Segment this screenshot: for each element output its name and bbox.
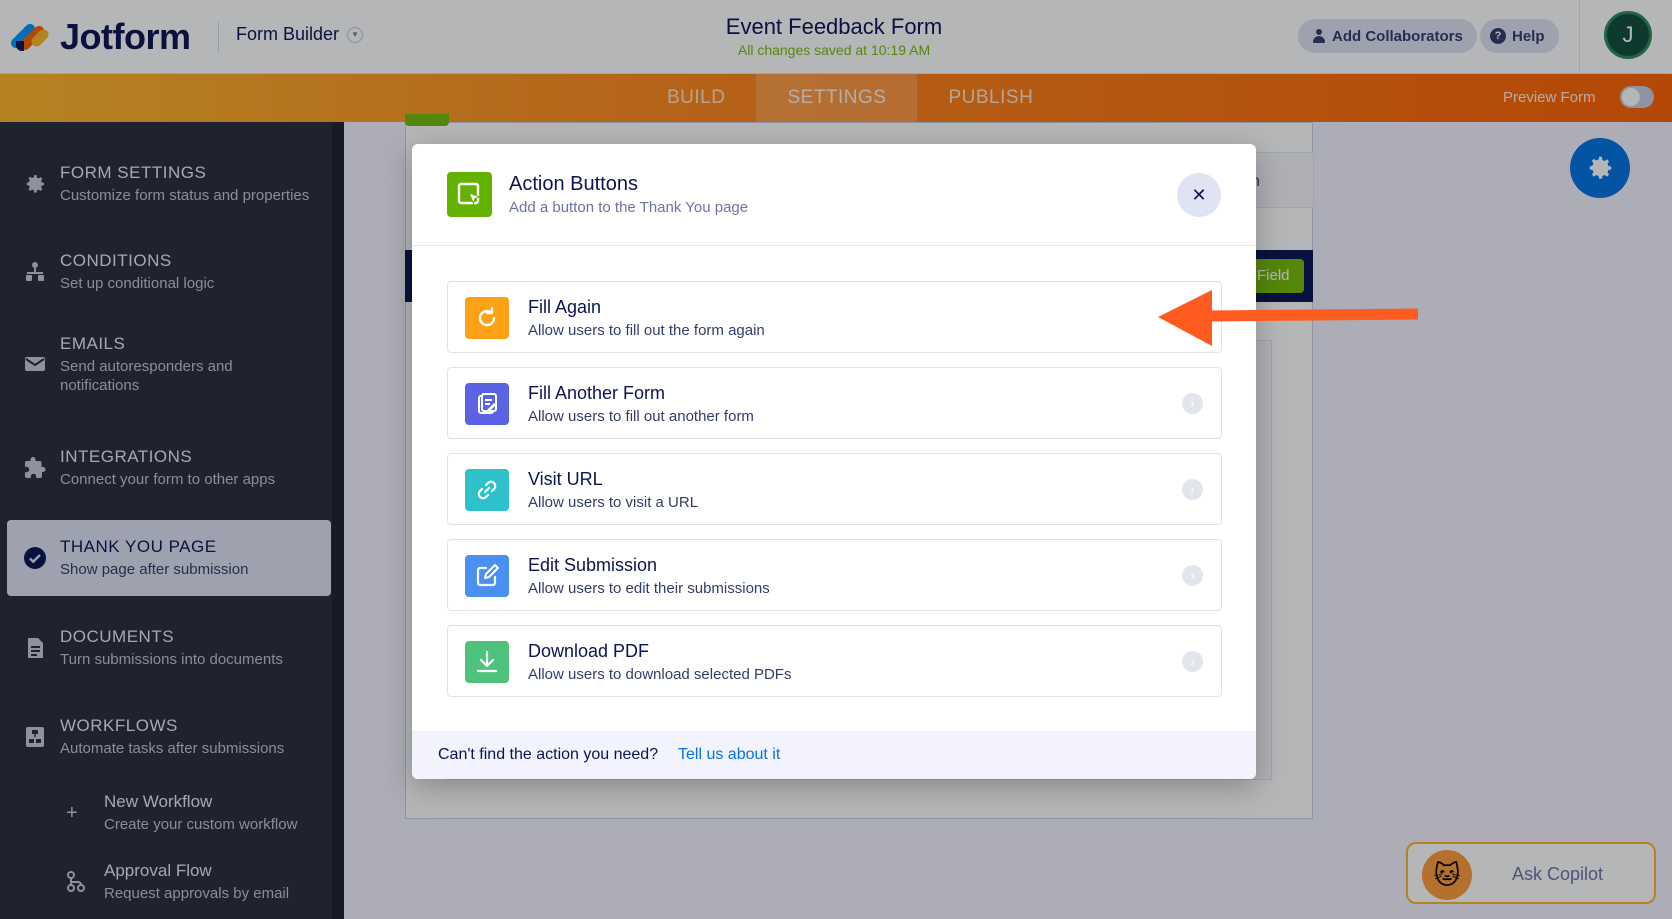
action-title: Download PDF bbox=[528, 641, 650, 661]
action-item-fill-another-form[interactable]: Fill Another Form Allow users to fill ou… bbox=[447, 367, 1222, 439]
action-title: Fill Again bbox=[528, 297, 602, 317]
chevron-right-icon: › bbox=[1182, 479, 1203, 500]
action-item-download-pdf[interactable]: Download PDF Allow users to download sel… bbox=[447, 625, 1222, 697]
chevron-right-icon: › bbox=[1182, 565, 1203, 586]
close-button[interactable]: ✕ bbox=[1177, 173, 1221, 217]
download-icon bbox=[465, 641, 509, 683]
close-icon: ✕ bbox=[1191, 184, 1207, 205]
chevron-right-icon: › bbox=[1182, 651, 1203, 672]
link-icon bbox=[465, 469, 509, 511]
chevron-right-icon: › bbox=[1182, 393, 1203, 414]
refresh-icon bbox=[465, 297, 509, 339]
action-description: Allow users to fill out another form bbox=[528, 408, 754, 425]
action-title: Visit URL bbox=[528, 469, 603, 489]
action-title: Fill Another Form bbox=[528, 383, 666, 403]
annotation-arrow-icon bbox=[1158, 290, 1418, 346]
modal-header: Action Buttons Add a button to the Thank… bbox=[412, 144, 1256, 246]
modal-footer: Can't find the action you need? Tell us … bbox=[412, 731, 1256, 779]
action-description: Allow users to fill out the form again bbox=[528, 322, 765, 339]
footer-question: Can't find the action you need? bbox=[438, 746, 659, 763]
action-title: Edit Submission bbox=[528, 555, 658, 575]
tell-us-link[interactable]: Tell us about it bbox=[678, 746, 780, 764]
action-item-fill-again[interactable]: Fill Again Allow users to fill out the f… bbox=[447, 281, 1222, 353]
form-edit-icon bbox=[465, 383, 509, 425]
action-item-edit-submission[interactable]: Edit Submission Allow users to edit thei… bbox=[447, 539, 1222, 611]
action-description: Allow users to download selected PDFs bbox=[528, 666, 792, 683]
modal-subtitle: Add a button to the Thank You page bbox=[509, 199, 749, 216]
action-description: Allow users to visit a URL bbox=[528, 494, 699, 511]
action-buttons-modal: Action Buttons Add a button to the Thank… bbox=[412, 144, 1256, 779]
page: Jotform Form Builder ▾ Event Feedback Fo… bbox=[0, 0, 1672, 919]
action-item-visit-url[interactable]: Visit URL Allow users to visit a URL › bbox=[447, 453, 1222, 525]
action-description: Allow users to edit their submissions bbox=[528, 580, 770, 597]
modal-title: Action Buttons bbox=[509, 173, 638, 195]
pointer-click-icon bbox=[447, 172, 492, 217]
edit-icon bbox=[465, 555, 509, 597]
